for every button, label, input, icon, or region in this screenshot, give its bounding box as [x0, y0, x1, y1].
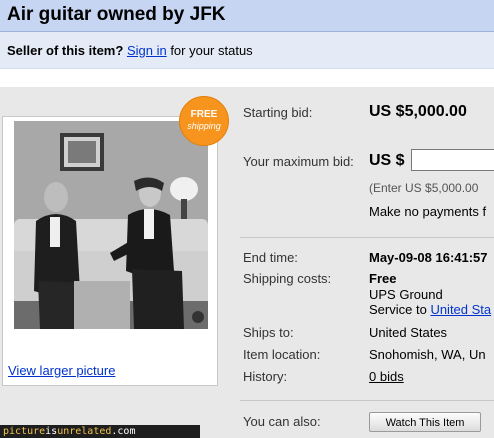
service-prefix: Service to — [369, 302, 427, 317]
badge-line2: shipping — [187, 121, 221, 131]
bid-history-link[interactable]: 0 bids — [369, 369, 404, 384]
ships-to-label: Ships to: — [243, 325, 294, 340]
location-label: Item location: — [243, 347, 321, 362]
sign-in-link[interactable]: Sign in — [127, 43, 167, 58]
location-value: Snohomish, WA, Un — [369, 347, 486, 362]
max-bid-currency: US $ — [369, 152, 405, 169]
spacer — [0, 69, 494, 87]
shipping-label: Shipping costs: — [243, 271, 332, 286]
starting-bid-value: US $5,000.00 — [369, 103, 467, 120]
seller-suffix: for your status — [170, 43, 253, 58]
item-title: Air guitar owned by JFK — [7, 4, 226, 25]
divider — [240, 400, 494, 401]
history-label: History: — [243, 369, 288, 384]
watermark-part2: is — [45, 426, 58, 437]
ships-to-value: United States — [369, 325, 448, 340]
service-country-link[interactable]: United Sta — [430, 302, 491, 317]
watermark: pictureisunrelated.com — [0, 425, 200, 438]
shipping-method: UPS Ground — [369, 287, 443, 302]
free-shipping-badge: FREE shipping — [179, 96, 229, 146]
starting-bid-label: Starting bid: — [243, 105, 313, 120]
watch-item-button[interactable]: Watch This Item — [369, 412, 481, 432]
also-label: You can also: — [243, 414, 321, 429]
bid-hint: (Enter US $5,000.00 — [369, 181, 479, 195]
watermark-part3: unrelated — [57, 426, 112, 437]
max-bid-label: Your maximum bid: — [243, 154, 354, 169]
badge-line1: FREE — [190, 109, 218, 120]
photo-frame: View larger picture — [2, 116, 218, 386]
service-line: Service to United Sta — [369, 302, 491, 317]
watermark-part4: .com — [111, 426, 136, 437]
watermark-part1: picture — [3, 426, 46, 437]
shipping-value: Free — [369, 271, 397, 286]
seller-status-line: Seller of this item? Sign in for your st… — [7, 43, 253, 58]
max-bid-input[interactable] — [411, 149, 494, 171]
view-larger-link[interactable]: View larger picture — [8, 363, 115, 378]
end-time-label: End time: — [243, 250, 298, 265]
item-photo[interactable] — [14, 121, 208, 329]
photo-image — [14, 121, 208, 329]
seller-bar: Seller of this item? Sign in for your st… — [0, 31, 494, 69]
divider — [240, 237, 494, 238]
no-payments-text: Make no payments f — [369, 204, 487, 219]
seller-prefix: Seller of this item? — [7, 43, 124, 58]
end-time-value: May-09-08 16:41:57 — [369, 250, 488, 265]
item-title-bar: Air guitar owned by JFK — [0, 0, 494, 31]
